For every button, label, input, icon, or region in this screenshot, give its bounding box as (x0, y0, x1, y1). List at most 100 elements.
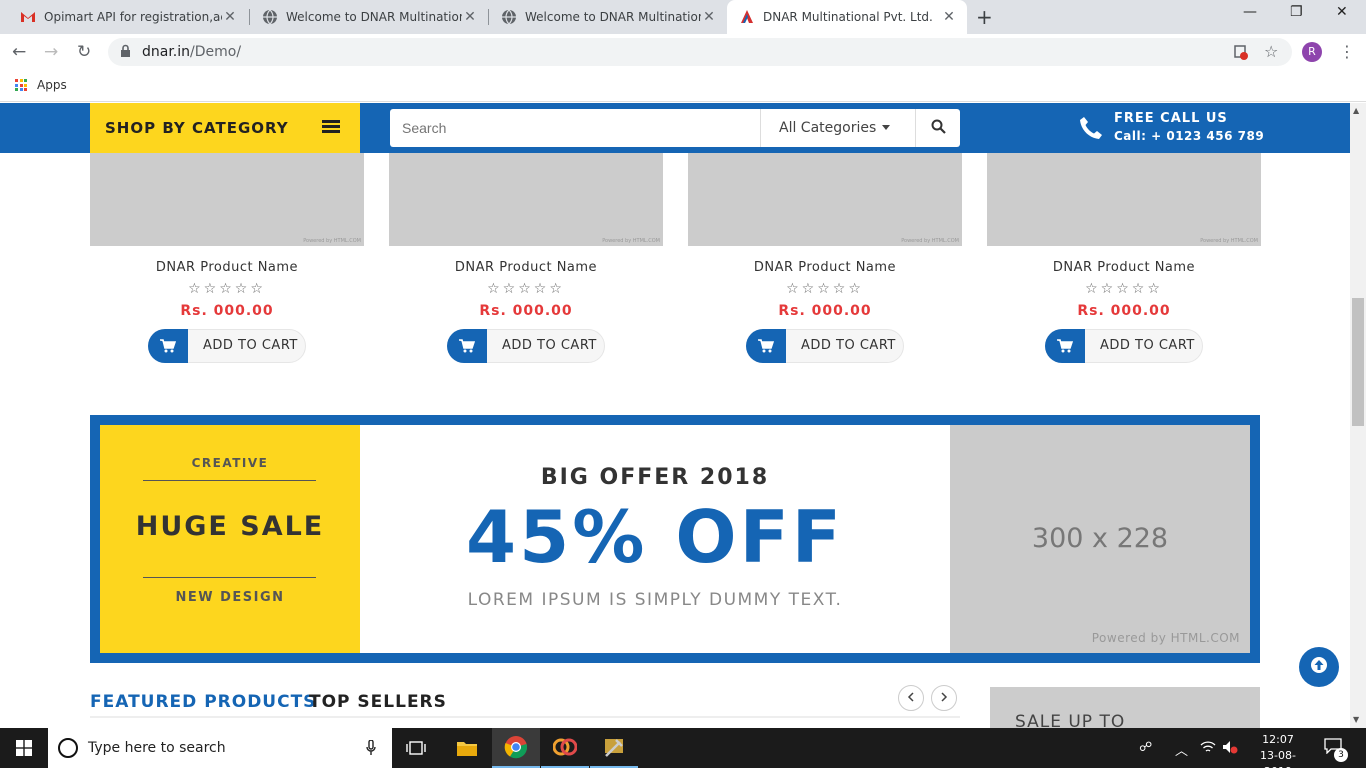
search-icon (931, 119, 946, 138)
scrollbar-thumb[interactable] (1352, 298, 1364, 426)
browser-tab-active[interactable]: DNAR Multinational Pvt. Ltd. ✕ (727, 0, 967, 34)
promo-banner[interactable]: CREATIVE HUGE SALE NEW DESIGN BIG OFFER … (90, 415, 1260, 663)
search-input[interactable] (390, 109, 760, 147)
window-close-icon[interactable]: ✕ (1336, 4, 1348, 20)
new-design-label: NEW DESIGN (175, 590, 285, 605)
task-view-icon[interactable] (392, 728, 440, 768)
new-tab-icon[interactable]: + (976, 5, 993, 29)
add-to-cart-button[interactable]: ADD TO CART (746, 329, 904, 363)
people-icon[interactable]: ☍ (1139, 740, 1152, 755)
tab-featured-products[interactable]: FEATURED PRODUCTS (90, 692, 316, 712)
sale-box: CREATIVE HUGE SALE NEW DESIGN (100, 425, 360, 653)
windows-start-icon[interactable] (16, 740, 32, 756)
taskbar-search[interactable]: Type here to search (48, 728, 392, 768)
cart-icon (1045, 329, 1085, 363)
product-name[interactable]: DNAR Product Name (987, 260, 1261, 275)
chevron-up-icon[interactable]: ︿ (1175, 740, 1188, 759)
tools-taskbar-icon[interactable] (590, 728, 638, 768)
carousel-next-button[interactable] (931, 685, 957, 711)
cart-icon (447, 329, 487, 363)
product-card: Powered by HTML.COM DNAR Product Name ☆☆… (389, 153, 663, 363)
browser-tab-welcome-1[interactable]: Welcome to DNAR Multinational ✕ (250, 0, 488, 34)
app-taskbar-icon[interactable] (541, 728, 589, 768)
wifi-icon[interactable] (1200, 740, 1216, 758)
huge-sale-heading: HUGE SALE (135, 511, 325, 542)
windows-taskbar: Type here to search ☍ ︿ 12:07 13-08-2019… (0, 728, 1366, 778)
search-button[interactable] (915, 109, 960, 147)
arrow-up-icon (1310, 656, 1328, 678)
chevron-left-icon (907, 691, 915, 706)
globe-icon (262, 9, 278, 25)
apps-grid-icon (15, 79, 27, 91)
add-to-cart-button[interactable]: ADD TO CART (447, 329, 605, 363)
product-price: Rs. 000.00 (778, 303, 872, 319)
product-name[interactable]: DNAR Product Name (688, 260, 962, 275)
close-icon[interactable]: ✕ (701, 9, 717, 25)
promo-image-placeholder: 300 x 228 Powered by HTML.COM (950, 425, 1250, 653)
reload-icon[interactable]: ↻ (77, 42, 91, 62)
browser-tab-strip: Opimart API for registration,activ ✕ Wel… (0, 0, 1366, 34)
apps-bookmark[interactable]: Apps (15, 78, 67, 92)
microphone-icon[interactable] (366, 739, 376, 760)
category-select[interactable]: All Categories (760, 109, 915, 147)
tab-top-sellers[interactable]: TOP SELLERS (309, 692, 447, 712)
cart-icon (148, 329, 188, 363)
volume-muted-icon[interactable] (1222, 740, 1238, 758)
profile-avatar[interactable]: R (1302, 42, 1322, 62)
chrome-taskbar-icon[interactable] (492, 728, 540, 768)
browser-tab-welcome-2[interactable]: Welcome to DNAR Multinational ✕ (489, 0, 727, 34)
web-page: SHOP BY CATEGORY All Categories FREE CAL… (0, 103, 1350, 728)
browser-tab-gmail[interactable]: Opimart API for registration,activ ✕ (8, 0, 248, 34)
globe-icon (501, 9, 517, 25)
close-icon[interactable]: ✕ (222, 9, 238, 25)
scroll-up-arrow-icon[interactable]: ▲ (1353, 106, 1359, 115)
star-rating: ☆☆☆☆☆ (786, 281, 864, 297)
big-offer-heading: BIG OFFER 2018 (540, 465, 770, 490)
bookmarks-bar (0, 70, 1366, 102)
menu-kebab-icon[interactable]: ⋮ (1339, 42, 1355, 61)
product-name[interactable]: DNAR Product Name (90, 260, 364, 275)
discount-heading: 45% OFF (466, 495, 844, 579)
system-clock[interactable]: 12:07 13-08-2019 (1252, 732, 1304, 780)
product-price: Rs. 000.00 (180, 303, 274, 319)
star-rating: ☆☆☆☆☆ (188, 281, 266, 297)
dnar-logo-icon (739, 9, 755, 25)
blocked-popup-icon[interactable] (1234, 44, 1248, 64)
divider (143, 480, 316, 481)
close-icon[interactable]: ✕ (941, 9, 957, 25)
cart-icon (746, 329, 786, 363)
promo-subtitle: LOREM IPSUM IS SIMPLY DUMMY TEXT. (467, 590, 843, 610)
divider (90, 716, 960, 718)
scroll-to-top-button[interactable] (1299, 647, 1339, 687)
star-rating: ☆☆☆☆☆ (487, 281, 565, 297)
gmail-icon (20, 9, 36, 25)
product-image[interactable]: Powered by HTML.COM (389, 153, 663, 246)
phone-icon (1078, 115, 1104, 145)
product-price: Rs. 000.00 (479, 303, 573, 319)
scroll-down-arrow-icon[interactable]: ▼ (1353, 715, 1359, 724)
creative-label: CREATIVE (191, 456, 269, 470)
sale-up-to-label: SALE UP TO (1015, 712, 1126, 728)
file-explorer-icon[interactable] (443, 728, 491, 768)
product-card: Powered by HTML.COM DNAR Product Name ☆☆… (987, 153, 1261, 363)
chevron-right-icon (940, 691, 948, 706)
product-image[interactable]: Powered by HTML.COM (90, 153, 364, 246)
minimize-icon[interactable]: — (1243, 4, 1257, 20)
back-arrow-icon[interactable]: ← (12, 42, 26, 62)
bookmark-star-icon[interactable]: ☆ (1264, 42, 1278, 61)
product-image[interactable]: Powered by HTML.COM (987, 153, 1261, 246)
shop-by-category-button[interactable]: SHOP BY CATEGORY (90, 103, 360, 153)
add-to-cart-button[interactable]: ADD TO CART (1045, 329, 1203, 363)
address-bar[interactable]: dnar.in/Demo/ ☆ (108, 38, 1292, 66)
product-name[interactable]: DNAR Product Name (389, 260, 663, 275)
product-image[interactable]: Powered by HTML.COM (688, 153, 962, 246)
product-card: Powered by HTML.COM DNAR Product Name ☆☆… (90, 153, 364, 363)
forward-arrow-icon[interactable]: → (44, 42, 58, 62)
product-price: Rs. 000.00 (1077, 303, 1171, 319)
restore-icon[interactable]: ❐ (1290, 4, 1303, 20)
carousel-prev-button[interactable] (898, 685, 924, 711)
url-text: dnar.in/Demo/ (142, 44, 242, 60)
add-to-cart-button[interactable]: ADD TO CART (148, 329, 306, 363)
close-icon[interactable]: ✕ (462, 9, 478, 25)
cortana-icon (58, 738, 78, 758)
